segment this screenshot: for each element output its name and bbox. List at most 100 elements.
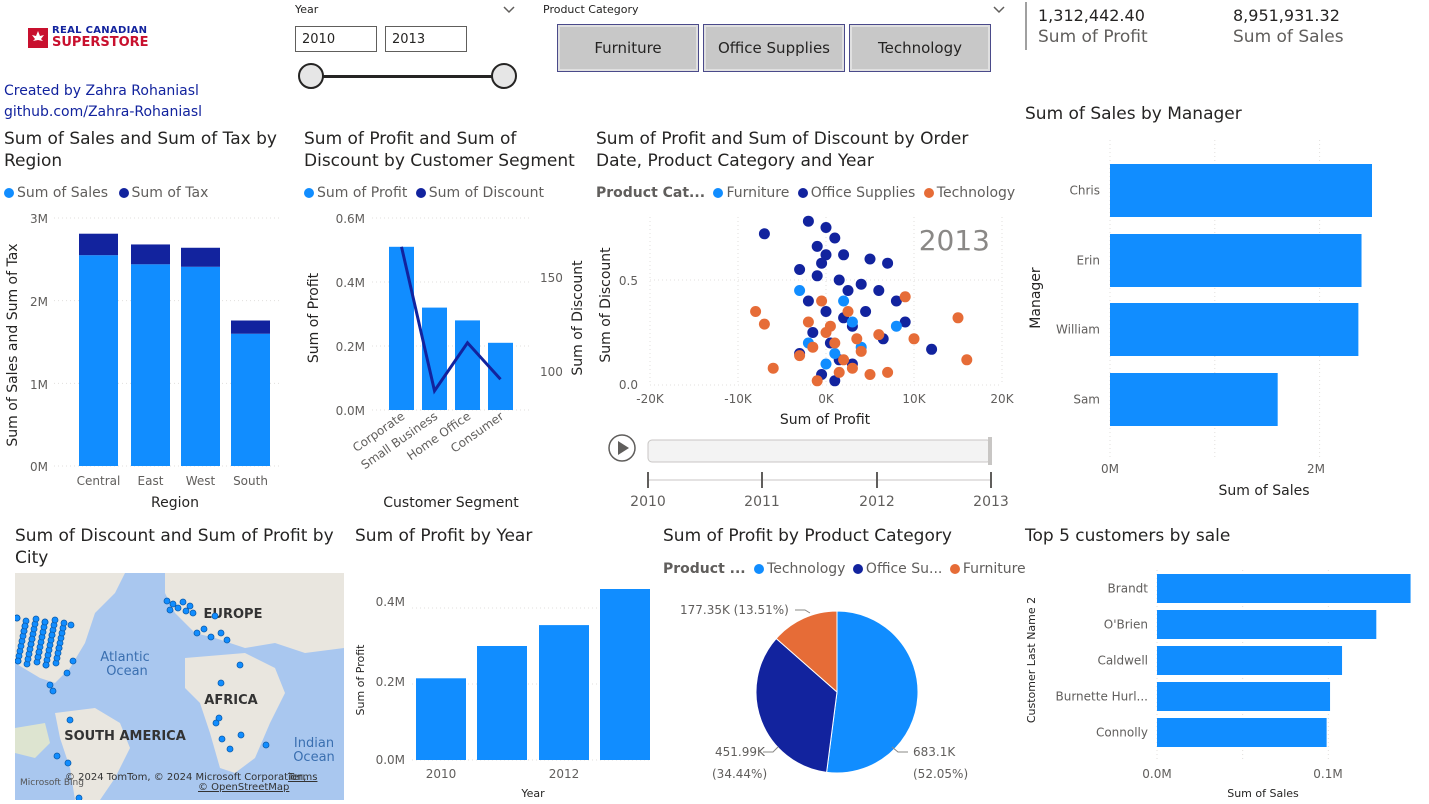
city-marker[interactable] [35, 648, 43, 656]
point-office-supplies[interactable] [842, 285, 854, 296]
city-marker[interactable] [49, 687, 57, 695]
point-technology[interactable] [794, 350, 806, 362]
city-map[interactable]: EUROPE Atlantic Ocean AFRICA SOUTH AMERI… [15, 573, 344, 800]
city-marker[interactable] [186, 602, 194, 610]
bar-manager[interactable] [1110, 164, 1372, 217]
city-marker[interactable] [218, 735, 226, 743]
city-marker[interactable] [223, 636, 231, 644]
legend-item-technology[interactable]: Technology [923, 185, 1015, 201]
point-furniture[interactable] [829, 348, 841, 359]
city-marker[interactable] [217, 629, 225, 637]
bar-sales[interactable] [131, 264, 170, 466]
city-marker[interactable] [46, 681, 54, 689]
point-technology[interactable] [961, 354, 973, 366]
bar-year[interactable] [416, 678, 466, 760]
bar-manager[interactable] [1110, 373, 1278, 426]
map-terms-link[interactable]: Terms [287, 772, 317, 783]
point-office-supplies[interactable] [864, 253, 876, 265]
play-year-label[interactable]: 2010 [630, 494, 666, 510]
point-technology[interactable] [816, 295, 828, 307]
year-slider-handle-end[interactable] [491, 63, 517, 89]
city-marker[interactable] [163, 597, 171, 605]
point-office-supplies[interactable] [811, 240, 823, 252]
bar-sales[interactable] [231, 333, 270, 466]
city-marker[interactable] [63, 669, 71, 677]
point-office-supplies[interactable] [860, 306, 872, 317]
legend-item-office-supplies[interactable]: Office Supplies [797, 185, 915, 201]
category-button-office-supplies[interactable]: Office Supplies [703, 24, 845, 72]
city-marker[interactable] [179, 598, 187, 606]
bar-profit[interactable] [389, 246, 414, 410]
point-technology[interactable] [851, 333, 863, 345]
city-marker[interactable] [51, 616, 59, 624]
bar-manager[interactable] [1110, 303, 1359, 356]
point-office-supplies[interactable] [820, 222, 832, 233]
map-osm-link[interactable]: © OpenStreetMap [198, 782, 289, 793]
point-office-supplies[interactable] [833, 274, 845, 286]
point-office-supplies[interactable] [838, 249, 850, 261]
legend-item-technology[interactable]: Technology [754, 561, 845, 577]
bar-customer[interactable] [1157, 646, 1343, 675]
point-technology[interactable] [833, 366, 845, 378]
point-technology[interactable] [750, 306, 762, 317]
point-technology[interactable] [767, 362, 779, 374]
city-marker[interactable] [189, 609, 197, 617]
legend-item-profit[interactable]: Sum of Profit [304, 185, 407, 201]
bar-sales[interactable] [181, 266, 220, 466]
category-button-furniture[interactable]: Furniture [557, 24, 699, 72]
play-axis-handle[interactable] [988, 437, 992, 465]
point-technology[interactable] [855, 345, 867, 357]
play-year-label[interactable]: 2011 [744, 494, 780, 510]
point-technology[interactable] [758, 318, 770, 330]
point-technology[interactable] [908, 333, 920, 345]
point-office-supplies[interactable] [758, 228, 770, 240]
chevron-down-icon[interactable] [993, 6, 1005, 14]
legend-item-furniture[interactable]: Furniture [949, 561, 1026, 577]
city-marker[interactable] [64, 759, 72, 767]
legend-item-discount[interactable]: Sum of Discount [415, 185, 544, 201]
point-office-supplies[interactable] [794, 264, 806, 275]
legend-item-tax[interactable]: Sum of Tax [118, 185, 208, 201]
city-marker[interactable] [75, 794, 83, 800]
city-marker[interactable] [169, 600, 177, 608]
point-furniture[interactable] [794, 285, 806, 296]
city-marker[interactable] [32, 615, 40, 623]
bar-tax[interactable] [231, 320, 270, 334]
bar-manager[interactable] [1110, 234, 1362, 287]
bar-customer[interactable] [1157, 574, 1411, 603]
line-discount[interactable] [400, 246, 502, 395]
bar-tax[interactable] [131, 244, 170, 265]
point-technology[interactable] [807, 341, 819, 353]
legend-item-office-supplies[interactable]: Office Su... [852, 561, 942, 577]
city-marker[interactable] [207, 633, 215, 641]
city-marker[interactable] [193, 629, 201, 637]
city-marker[interactable] [66, 716, 74, 724]
city-marker[interactable] [15, 614, 21, 622]
bar-customer[interactable] [1157, 718, 1327, 747]
play-button[interactable] [608, 434, 636, 462]
city-marker[interactable] [48, 631, 56, 639]
point-office-supplies[interactable] [855, 278, 867, 290]
point-office-supplies[interactable] [873, 285, 885, 296]
play-year-label[interactable]: 2012 [859, 494, 895, 510]
bar-year[interactable] [477, 646, 527, 760]
city-marker[interactable] [200, 625, 208, 633]
city-marker[interactable] [41, 618, 49, 626]
point-furniture[interactable] [890, 320, 902, 332]
bar-tax[interactable] [181, 247, 220, 267]
pie-slice-technology[interactable] [826, 610, 919, 774]
point-office-supplies[interactable] [820, 306, 832, 317]
bar-profit[interactable] [455, 320, 480, 410]
bar-year[interactable] [600, 589, 650, 760]
point-office-supplies[interactable] [807, 327, 819, 338]
city-marker[interactable] [69, 657, 77, 665]
city-marker[interactable] [60, 619, 68, 627]
point-furniture[interactable] [838, 295, 850, 307]
year-to-input[interactable]: 2013 [385, 26, 467, 52]
bar-customer[interactable] [1157, 610, 1377, 639]
city-marker[interactable] [55, 644, 63, 652]
city-marker[interactable] [236, 661, 244, 669]
point-office-supplies[interactable] [926, 343, 938, 355]
city-marker[interactable] [182, 607, 190, 615]
point-furniture[interactable] [820, 358, 832, 370]
